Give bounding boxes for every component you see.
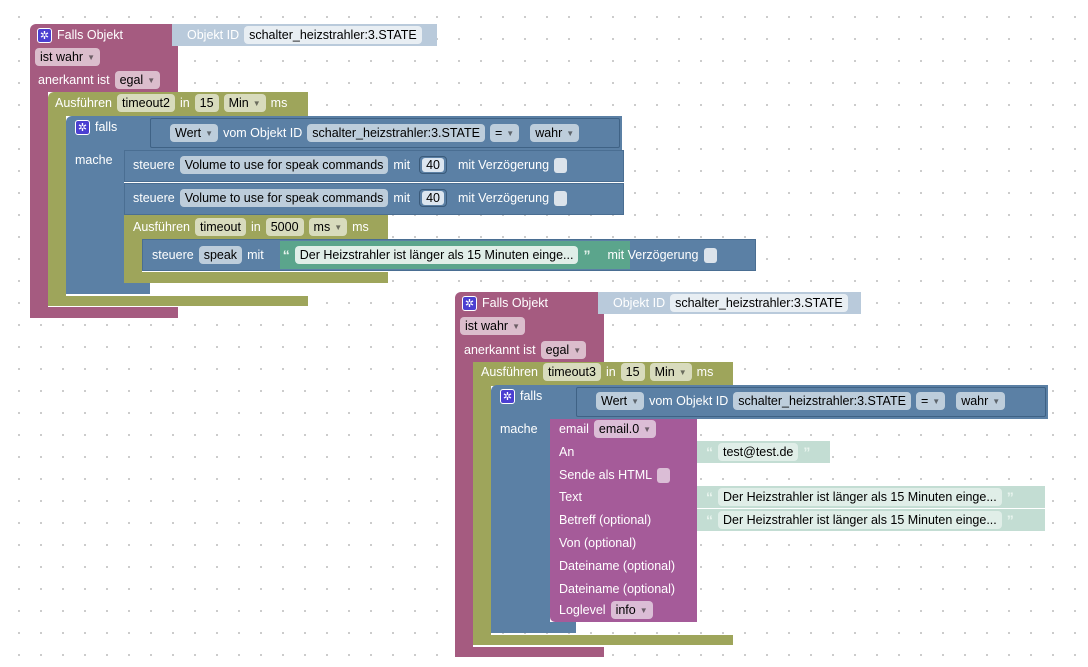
steuere-label: steuere [133, 158, 175, 172]
quote-close-icon: ” [803, 444, 811, 460]
text-field[interactable]: Der Heizstrahler ist länger als 15 Minut… [294, 246, 579, 264]
unit-dropdown[interactable]: Min ▼ [223, 94, 266, 112]
filename-label: Dateiname (optional) [559, 582, 676, 596]
delay-checkbox[interactable] [703, 247, 717, 263]
block-label: Falls Objekt [57, 28, 123, 42]
number-input[interactable]: 40 [419, 156, 447, 174]
quote-open-icon: “ [706, 512, 713, 528]
wert-dropdown[interactable]: Wert ▼ [170, 124, 219, 142]
gear-icon[interactable]: ✲ [75, 119, 90, 135]
objekt-id-field[interactable]: schalter_heizstrahler:3.STATE [244, 26, 422, 44]
to-field[interactable]: test@test.de [718, 443, 799, 461]
steuere-label: steuere [152, 248, 194, 262]
delay-checkbox[interactable] [554, 190, 568, 206]
gear-icon[interactable]: ✲ [37, 27, 52, 43]
ist-dropdown[interactable]: ist wahr ▼ [460, 317, 525, 335]
quote-open-icon: “ [282, 247, 290, 263]
target-field[interactable]: speak [198, 246, 243, 264]
in-label: in [250, 220, 261, 234]
in-label: in [179, 96, 190, 110]
steuere-label: steuere [133, 191, 175, 205]
mache-label: mache [75, 153, 113, 167]
target-field[interactable]: Volume to use for speak commands [179, 189, 389, 207]
objekt-id-label: Objekt ID [613, 296, 666, 310]
object-id-field[interactable]: schalter_heizstrahler:3.STATE [307, 124, 485, 142]
gear-icon[interactable]: ✲ [500, 388, 515, 404]
anerkannt-dropdown[interactable]: egal ▼ [114, 71, 161, 89]
filename-label: Dateiname (optional) [559, 559, 676, 573]
ms-label: ms [352, 220, 369, 234]
loglevel-label: Loglevel [559, 603, 606, 617]
timer-value-field[interactable]: 15 [620, 363, 645, 381]
mit-label: mit [393, 158, 411, 172]
anerkannt-dropdown[interactable]: egal ▼ [540, 341, 587, 359]
html-checkbox[interactable] [657, 467, 671, 483]
falls-label: falls [520, 389, 543, 403]
operator-dropdown[interactable]: = ▼ [489, 124, 520, 142]
vom-label: vom Objekt ID [649, 394, 729, 408]
timer-value-field[interactable]: 5000 [265, 218, 304, 236]
value-dropdown[interactable]: wahr ▼ [530, 124, 580, 142]
value-dropdown[interactable]: wahr ▼ [956, 392, 1006, 410]
mit-label: mit [247, 248, 264, 262]
timer-label: Ausführen [133, 220, 190, 234]
timer-name-field[interactable]: timeout [194, 218, 246, 236]
operator-dropdown[interactable]: = ▼ [915, 392, 946, 410]
anerkannt-label: anerkannt ist [38, 73, 110, 87]
target-field[interactable]: Volume to use for speak commands [179, 156, 389, 174]
text-field[interactable]: Der Heizstrahler ist länger als 15 Minut… [718, 488, 1002, 506]
timer-value-field[interactable]: 15 [194, 94, 219, 112]
loglevel-dropdown[interactable]: info ▼ [610, 601, 653, 619]
in-label: in [605, 365, 616, 379]
quote-open-icon: “ [706, 489, 713, 505]
timer-label: Ausführen [55, 96, 112, 110]
delay-label: mit Verzögerung [458, 158, 550, 172]
mit-label: mit [393, 191, 411, 205]
unit-dropdown[interactable]: Min ▼ [649, 363, 692, 381]
ms-label: ms [696, 365, 714, 379]
objekt-id-label: Objekt ID [187, 28, 240, 42]
email-label: email [559, 422, 589, 436]
email-instance-dropdown[interactable]: email.0 ▼ [593, 420, 657, 438]
block-label: Falls Objekt [482, 296, 548, 310]
timer-label: Ausführen [481, 365, 538, 379]
number-input[interactable]: 40 [419, 189, 447, 207]
wert-dropdown[interactable]: Wert ▼ [596, 392, 645, 410]
text-label: Text [559, 490, 582, 504]
objekt-id-field[interactable]: schalter_heizstrahler:3.STATE [670, 294, 848, 312]
to-label: An [559, 445, 575, 459]
delay-label: mit Verzögerung [458, 191, 550, 205]
vom-label: vom Objekt ID [223, 126, 303, 140]
ms-label: ms [270, 96, 288, 110]
delay-checkbox[interactable] [554, 157, 568, 173]
timer-name-field[interactable]: timeout3 [542, 363, 601, 381]
quote-open-icon: “ [706, 444, 713, 460]
html-label: Sende als HTML [559, 468, 653, 482]
quote-close-icon: ” [1006, 512, 1014, 528]
timer-name-field[interactable]: timeout2 [116, 94, 175, 112]
object-id-field[interactable]: schalter_heizstrahler:3.STATE [733, 392, 911, 410]
subject-label: Betreff (optional) [559, 513, 652, 527]
delay-label: mit Verzögerung [607, 248, 699, 262]
subject-field[interactable]: Der Heizstrahler ist länger als 15 Minut… [718, 511, 1002, 529]
falls-label: falls [95, 120, 118, 134]
quote-close-icon: ” [583, 247, 591, 263]
anerkannt-label: anerkannt ist [464, 343, 536, 357]
quote-close-icon: ” [1006, 489, 1014, 505]
from-label: Von (optional) [559, 536, 637, 550]
gear-icon[interactable]: ✲ [462, 295, 477, 311]
ist-dropdown[interactable]: ist wahr ▼ [35, 48, 100, 66]
mache-label: mache [500, 422, 538, 436]
unit-dropdown[interactable]: ms ▼ [308, 218, 348, 236]
